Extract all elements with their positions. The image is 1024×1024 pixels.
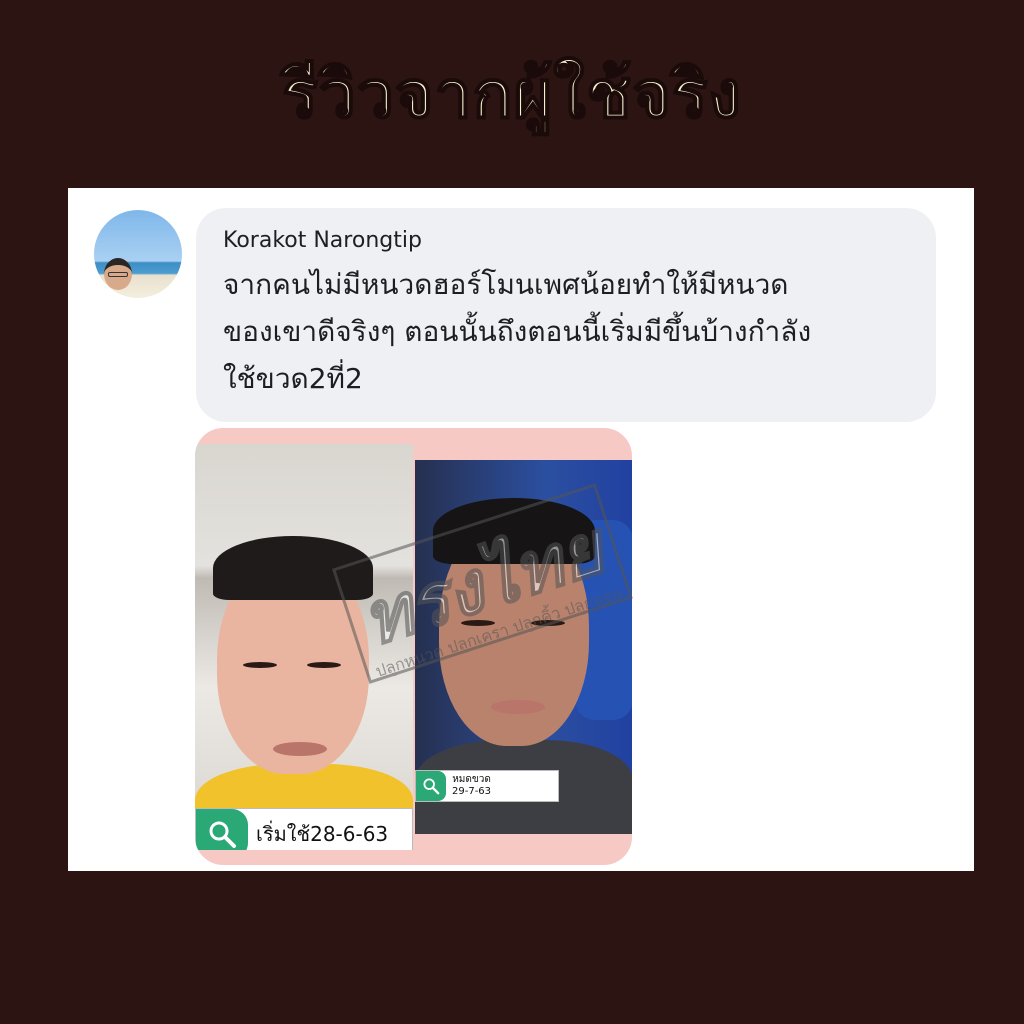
before-eye-right [307, 662, 341, 668]
review-card: Korakot Narongtip จากคนไม่มีหนวดฮอร์โมนเ… [68, 188, 974, 871]
before-eye-left [243, 662, 277, 668]
before-date-tag: เริ่มใช้28-6-63 [195, 808, 413, 850]
comment-bubble: Korakot Narongtip จากคนไม่มีหนวดฮอร์โมนเ… [196, 208, 936, 422]
after-date-label: หมดขวด 29-7-63 [446, 774, 491, 798]
comment-text: จากคนไม่มีหนวดฮอร์โมนเพศน้อยทำให้มีหนวด … [223, 268, 812, 395]
after-date-line1: หมดขวด [452, 774, 491, 785]
after-eye-right [531, 620, 565, 626]
after-hair [433, 498, 595, 564]
after-photo: หมดขวด 29-7-63 [415, 460, 632, 834]
before-lips [273, 742, 327, 756]
comment-photo[interactable]: เริ่มใช้28-6-63 หมดขวด 29-7-63 [195, 428, 632, 865]
before-photo: เริ่มใช้28-6-63 [195, 444, 413, 850]
after-lips [491, 700, 545, 714]
search-icon [196, 809, 248, 850]
page-title: รีวิวจากผู้ใช้จริง [281, 55, 742, 134]
search-icon [416, 771, 446, 801]
after-date-tag: หมดขวด 29-7-63 [415, 770, 559, 802]
avatar[interactable] [94, 210, 182, 298]
comment-author[interactable]: Korakot Narongtip [223, 228, 936, 253]
after-date-line2: 29-7-63 [452, 786, 492, 797]
before-hair [213, 536, 373, 600]
after-eye-left [461, 620, 495, 626]
avatar-glasses [108, 272, 128, 277]
before-date-label: เริ่มใช้28-6-63 [256, 822, 389, 846]
